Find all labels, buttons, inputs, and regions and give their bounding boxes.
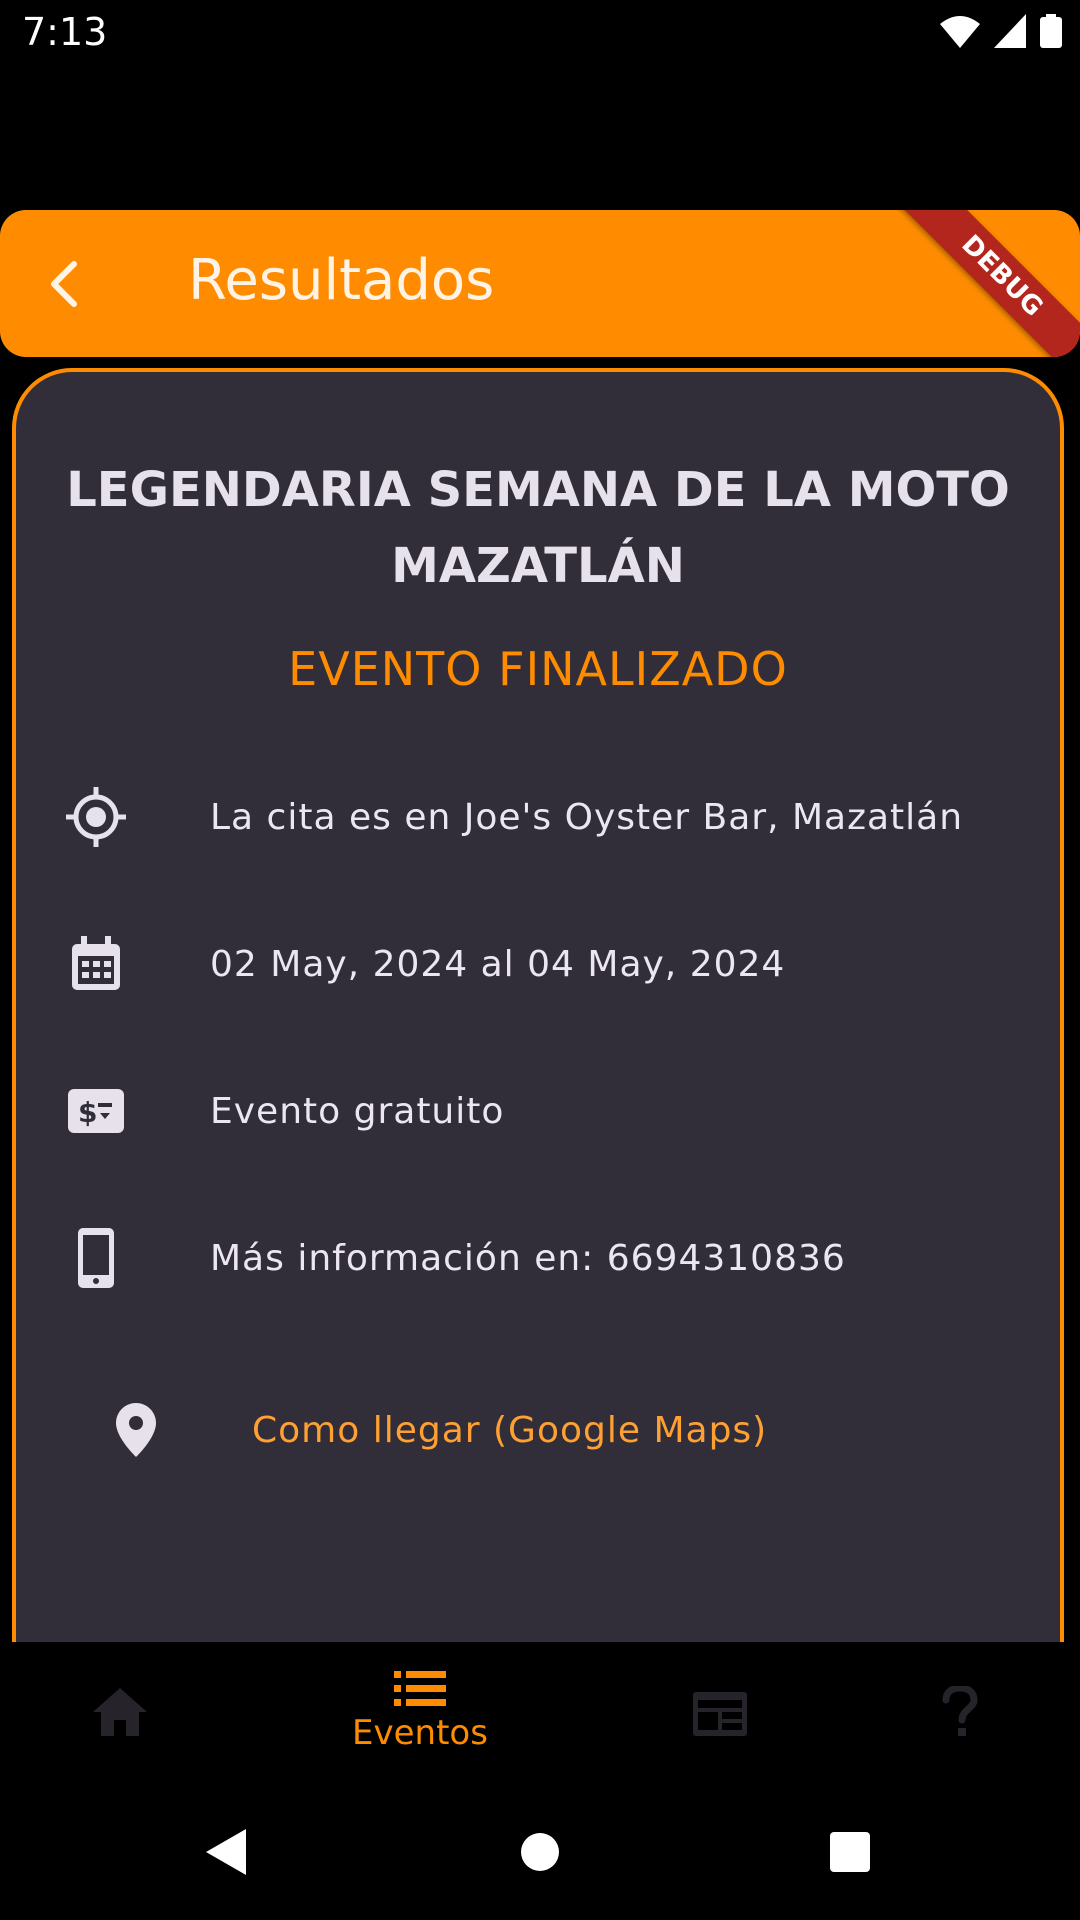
back-button[interactable] [38,256,94,312]
status-icons [940,14,1062,48]
page-title: Resultados [188,248,495,313]
status-time: 7:13 [22,10,108,54]
nav-news[interactable] [600,1642,840,1782]
price-row: $ Evento gratuito [56,1071,1016,1151]
price-text: Evento gratuito [210,1090,505,1132]
system-navigation-bar [0,1782,1080,1920]
contact-text: Más información en: 6694310836 [210,1237,846,1279]
nav-home[interactable] [0,1642,240,1782]
help-icon [942,1686,978,1736]
location-target-icon [56,777,136,857]
location-row: La cita es en Joe's Oyster Bar, Mazatlán [56,777,1016,857]
phone-icon [56,1218,136,1298]
battery-icon [1040,14,1062,48]
status-bar: 7:13 [0,0,1080,64]
dates-row: 02 May, 2024 al 04 May, 2024 [56,924,1016,1004]
location-text: La cita es en Joe's Oyster Bar, Mazatlán [210,796,964,838]
back-arrow-icon [51,261,77,307]
signal-icon [994,14,1026,48]
event-card: LEGENDARIA SEMANA DE LA MOTO MAZATLÁN EV… [12,368,1064,1748]
home-icon [93,1688,147,1736]
nav-help[interactable] [840,1642,1080,1782]
price-ticket-icon: $ [56,1071,136,1151]
triangle-back-icon [206,1829,246,1875]
maps-link[interactable]: Como llegar (Google Maps) [96,1390,767,1470]
square-recents-icon [830,1832,870,1872]
nav-eventos[interactable]: Eventos [300,1642,540,1782]
circle-home-icon [521,1833,559,1871]
bottom-navigation: Eventos [0,1642,1080,1782]
nav-eventos-label: Eventos [352,1713,488,1753]
system-home-button[interactable] [500,1812,580,1892]
maps-link-text[interactable]: Como llegar (Google Maps) [252,1410,767,1451]
system-back-button[interactable] [186,1812,266,1892]
debug-banner: DEBUG [887,210,1080,357]
event-title: LEGENDARIA SEMANA DE LA MOTO MAZATLÁN [66,462,1010,594]
wifi-icon [940,16,980,48]
map-pin-icon [96,1390,176,1470]
calendar-icon [56,924,136,1004]
svg-text:$: $ [78,1096,97,1129]
contact-row: Más información en: 6694310836 [56,1218,1016,1298]
dates-text: 02 May, 2024 al 04 May, 2024 [210,943,786,985]
event-status: EVENTO FINALIZADO [288,642,788,696]
list-icon [394,1671,446,1706]
app-bar: Resultados DEBUG [0,210,1080,357]
newspaper-icon [693,1692,747,1736]
system-recents-button[interactable] [810,1812,890,1892]
